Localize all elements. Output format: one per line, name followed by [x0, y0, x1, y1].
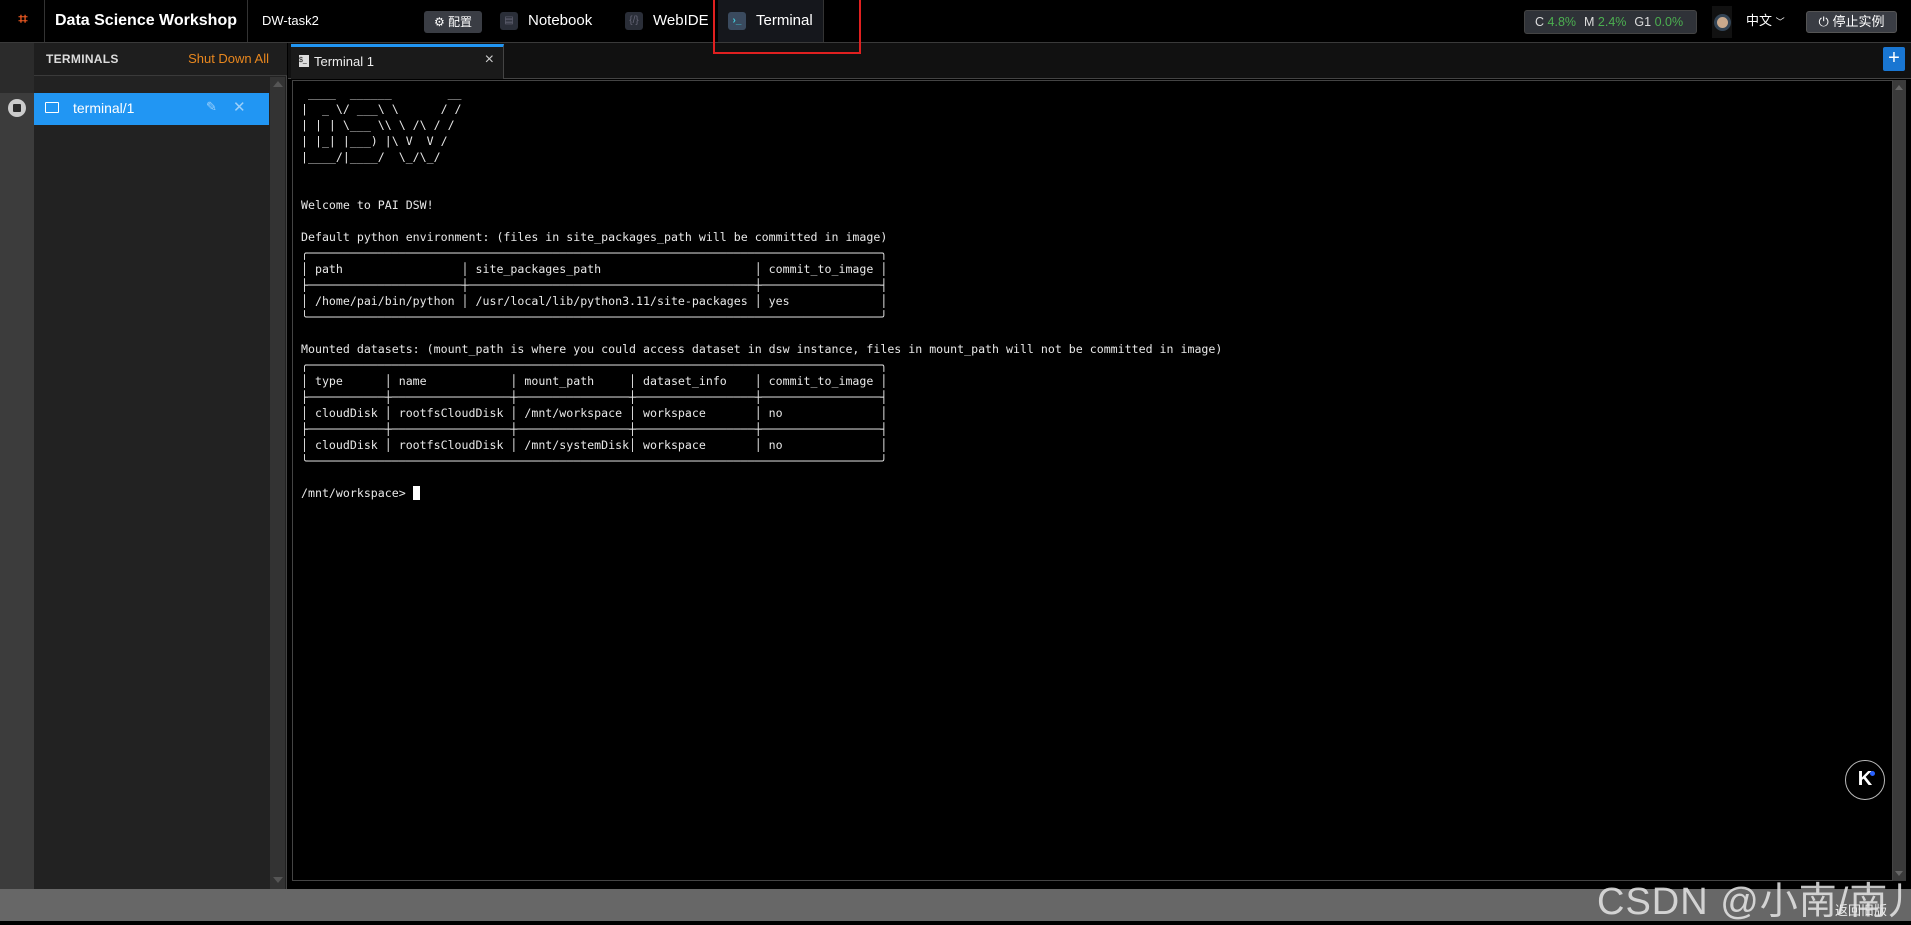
mount-table-border: ╰───────────────────────────────────────… — [301, 454, 888, 468]
dsw-ascii-logo: | | | \___ \\ \ /\ / / — [301, 118, 455, 132]
welcome-message: Welcome to PAI DSW! — [301, 198, 434, 212]
mount-table-header: │ type │ name │ mount_path │ dataset_inf… — [301, 374, 888, 388]
power-icon: ⏻ — [1818, 14, 1833, 29]
mount-caption: Mounted datasets: (mount_path is where y… — [301, 342, 1223, 356]
language-select[interactable]: 中文 ﹀ — [1746, 0, 1785, 43]
code-icon: {/} — [625, 12, 643, 30]
dsw-ascii-logo: | |_| |___) |\ V V / — [301, 134, 448, 148]
mount-table-separator: ├───────────┼─────────────────┼─────────… — [301, 390, 888, 404]
top-bar: ⌗ Data Science Workshop DW-task2 ⚙ 配置 ▤ N… — [0, 0, 1911, 43]
item-label: terminal/1 — [73, 100, 135, 116]
blank — [301, 181, 1222, 197]
activity-bar — [0, 43, 34, 893]
mount-table-row: │ cloudDisk │ rootfsCloudDisk │ /mnt/sys… — [301, 438, 888, 452]
tab-bar: $_ Terminal 1 × — [288, 43, 1911, 79]
instance-name: DW-task2 — [262, 13, 319, 28]
close-icon[interactable]: × — [485, 51, 494, 69]
terminal-output[interactable]: ____ ______ __ | _ \/ ___\ \ / / | | | \__… — [292, 80, 1893, 881]
edit-icon[interactable]: ✎ — [206, 99, 217, 115]
env-table-border: ╭───────────────────────────────────────… — [301, 246, 888, 260]
tab-label: Notebook — [528, 12, 593, 29]
terminal-scrollbar[interactable] — [1893, 80, 1906, 881]
dsw-ascii-logo: | _ \/ ___\ \ / / — [301, 102, 462, 116]
dsw-ascii-logo: ____ ______ __ — [301, 86, 462, 100]
cursor — [412, 486, 420, 500]
config-label: 配置 — [448, 15, 473, 29]
new-terminal-button[interactable]: + — [1883, 47, 1905, 71]
gear-icon: ⚙ — [433, 15, 449, 29]
terminal-list-item[interactable]: terminal/1 ✎ ✕ — [34, 93, 269, 125]
watermark: CSDN @小南/南儿 — [1597, 881, 1911, 923]
terminals-panel: TERMINALS Shut Down All terminal/1 ✎ ✕ — [34, 43, 287, 889]
avatar[interactable] — [1712, 6, 1732, 38]
config-button[interactable]: ⚙ 配置 — [424, 11, 482, 33]
tab-label: WebIDE — [653, 12, 709, 29]
app-title: Data Science Workshop — [44, 0, 248, 42]
terminal-icon: ›_ — [728, 12, 746, 30]
assistant-icon[interactable]: K — [1845, 760, 1885, 800]
tab-terminal-1[interactable]: $_ Terminal 1 × — [291, 44, 504, 79]
notebook-icon: ▤ — [500, 12, 518, 30]
panel-header: TERMINALS Shut Down All — [34, 43, 287, 76]
chevron-down-icon: ﹀ — [1775, 17, 1785, 27]
stop-instance-button[interactable]: ⏻ 停止实例 — [1806, 11, 1897, 33]
tab-label: Terminal — [756, 12, 813, 29]
mount-table-border: ╭───────────────────────────────────────… — [301, 358, 888, 372]
env-table-header: │ path │ site_packages_path │ commit_to_… — [301, 262, 888, 276]
terminal-lines: ____ ______ __ | _ \/ ___\ \ / / | | | \__… — [301, 85, 1222, 501]
shut-down-all-button[interactable]: Shut Down All — [188, 51, 269, 66]
tab-label: Terminal 1 — [314, 54, 374, 69]
blank — [301, 213, 1222, 229]
resource-stats: C 4.8% M 2.4% G1 0.0% — [1524, 10, 1697, 34]
blank — [301, 165, 1222, 181]
tab-webide[interactable]: {/} WebIDE — [615, 0, 719, 42]
close-icon[interactable]: ✕ — [233, 98, 246, 116]
dsw-ascii-logo: |____/|____/ \_/\_/ — [301, 150, 441, 164]
mount-table-separator: ├───────────┼─────────────────┼─────────… — [301, 422, 888, 436]
logo-icon[interactable]: ⌗ — [12, 11, 34, 31]
tab-notebook[interactable]: ▤ Notebook — [490, 0, 602, 42]
mount-table-row: │ cloudDisk │ rootfsCloudDisk │ /mnt/wor… — [301, 406, 888, 420]
panel-title: TERMINALS — [46, 52, 119, 66]
terminal-icon — [45, 102, 59, 113]
env-caption: Default python environment: (files in si… — [301, 230, 888, 244]
panel-scrollbar[interactable] — [270, 77, 285, 889]
terminal-icon: $_ — [299, 55, 309, 67]
env-table-separator: ├──────────────────────┼────────────────… — [301, 278, 888, 292]
shell-prompt: /mnt/workspace> — [301, 485, 1222, 501]
env-table-row: │ /home/pai/bin/python │ /usr/local/lib/… — [301, 294, 888, 308]
blank — [301, 469, 1222, 485]
env-table-border: ╰───────────────────────────────────────… — [301, 310, 888, 324]
tab-terminal[interactable]: ›_ Terminal — [718, 0, 824, 42]
blank — [301, 325, 1222, 341]
running-terminals-icon[interactable] — [8, 99, 26, 117]
